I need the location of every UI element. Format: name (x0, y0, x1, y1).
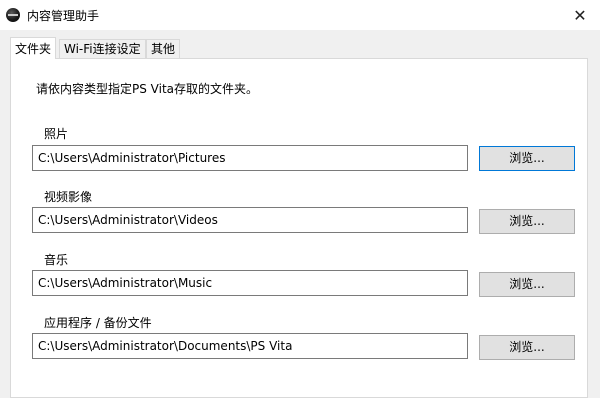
tab-folders[interactable]: 文件夹 (10, 37, 57, 59)
apps-backup-label: 应用程序 / 备份文件 (44, 316, 152, 330)
videos-path-field[interactable]: C:\Users\Administrator\Videos (32, 207, 468, 233)
photos-browse-button[interactable]: 浏览... (479, 146, 575, 171)
videos-browse-button[interactable]: 浏览... (479, 209, 575, 234)
music-path-field[interactable]: C:\Users\Administrator\Music (32, 270, 468, 296)
photos-label: 照片 (44, 127, 69, 141)
close-button[interactable]: ✕ (560, 0, 600, 30)
photos-path-field[interactable]: C:\Users\Administrator\Pictures (32, 145, 468, 171)
tab-other[interactable]: 其他 (146, 39, 181, 58)
music-label: 音乐 (44, 253, 69, 267)
apps-backup-path-field[interactable]: C:\Users\Administrator\Documents\PS Vita (32, 333, 468, 359)
videos-label: 视频影像 (44, 190, 93, 204)
title-bar: 内容管理助手 ✕ (0, 0, 600, 30)
music-browse-button[interactable]: 浏览... (479, 272, 575, 297)
description-text: 请依内容类型指定PS Vita存取的文件夹。 (36, 82, 259, 96)
tab-wifi-settings[interactable]: Wi-Fi连接设定 (59, 39, 146, 58)
close-icon: ✕ (573, 5, 587, 25)
window-title: 内容管理助手 (27, 9, 100, 23)
app-icon (6, 8, 20, 22)
apps-backup-browse-button[interactable]: 浏览... (479, 335, 575, 360)
